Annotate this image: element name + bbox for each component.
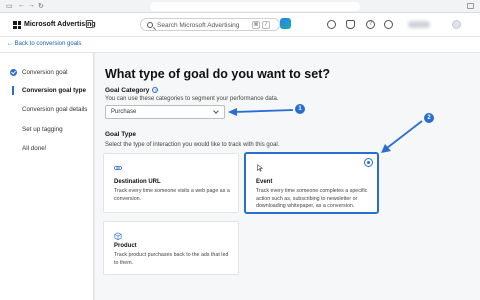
app-header: Microsoft Advertising ⌘ / ? xyxy=(0,13,480,37)
microsoft-logo-icon xyxy=(13,21,21,29)
card-title: Event xyxy=(256,179,273,185)
selected-value: Purchase xyxy=(111,109,137,115)
settings-icon[interactable] xyxy=(384,20,393,29)
search-icon xyxy=(147,22,153,28)
copilot-icon[interactable] xyxy=(280,18,291,29)
shortcut-key-cmd: ⌘ xyxy=(252,21,260,29)
window-icon[interactable] xyxy=(467,3,474,9)
chevron-down-icon xyxy=(213,108,219,114)
card-description: Track every time someone completes a spe… xyxy=(256,188,368,209)
step-label: Set up tagging xyxy=(22,126,63,133)
address-bar[interactable] xyxy=(150,2,360,11)
step-label: Conversion goal xyxy=(22,69,68,76)
brand-name: Microsoft Advertising xyxy=(24,21,96,28)
goal-type-heading: Goal Type xyxy=(105,131,136,138)
step-label: Conversion goal type xyxy=(22,87,87,94)
sidebar-toggle-icon[interactable]: ▭ xyxy=(6,2,13,10)
checkmark-icon xyxy=(10,69,17,76)
callout-badge-2: 2 xyxy=(424,113,434,123)
card-title: Destination URL xyxy=(114,179,161,185)
back-arrow-icon[interactable]: ← xyxy=(18,2,25,9)
goal-type-card-destination-url[interactable]: Destination URL Track every time someone… xyxy=(103,153,239,213)
step-conversion-goal-type[interactable]: Conversion goal type xyxy=(10,86,86,95)
current-step-indicator xyxy=(12,86,19,95)
account-name[interactable] xyxy=(408,21,430,28)
step-conversion-goal[interactable]: Conversion goal xyxy=(10,69,68,76)
main-content: What type of goal do you want to set? Go… xyxy=(95,53,480,300)
tools-icon[interactable] xyxy=(86,20,93,28)
campaign-icon[interactable] xyxy=(327,20,336,29)
goal-category-description: You can use these categories to segment … xyxy=(105,96,279,102)
shortcut-key-slash: / xyxy=(262,21,270,29)
step-label: Conversion goal details xyxy=(22,106,88,113)
step-all-done[interactable]: All done! xyxy=(10,145,47,152)
selected-radio[interactable] xyxy=(364,158,373,167)
step-label: All done! xyxy=(22,145,47,152)
card-description: Track product purchases back to the ads … xyxy=(114,252,229,266)
card-description: Track every time someone visits a web pa… xyxy=(114,188,230,202)
back-bar: ← Back to conversion goals xyxy=(0,37,480,53)
bell-icon[interactable] xyxy=(346,20,355,29)
goal-type-description: Select the type of interaction you would… xyxy=(105,142,280,148)
goal-type-card-event[interactable]: Event Track every time someone completes… xyxy=(245,153,378,213)
step-set-up-tagging[interactable]: Set up tagging xyxy=(10,126,63,133)
forward-arrow-icon[interactable]: → xyxy=(28,2,35,9)
box-icon xyxy=(114,232,122,240)
callout-badge-1: 1 xyxy=(295,104,305,114)
link-icon xyxy=(114,166,122,170)
cursor-icon xyxy=(257,164,264,172)
info-icon[interactable]: ? xyxy=(152,87,159,94)
search-box[interactable]: ⌘ / xyxy=(140,18,291,31)
reload-icon[interactable]: ↻ xyxy=(38,2,44,10)
search-input[interactable] xyxy=(157,21,249,29)
wizard-sidebar: Conversion goal Conversion goal type Con… xyxy=(0,53,94,300)
back-to-conversion-goals-link[interactable]: ← Back to conversion goals xyxy=(7,41,81,47)
page-title: What type of goal do you want to set? xyxy=(105,67,330,81)
browser-toolbar: ▭ ← → ↻ xyxy=(0,0,480,13)
step-conversion-goal-details[interactable]: Conversion goal details xyxy=(10,106,87,113)
help-icon[interactable]: ? xyxy=(366,20,375,29)
card-title: Product xyxy=(114,243,137,249)
goal-category-select[interactable]: Purchase xyxy=(105,105,225,119)
goal-category-heading: Goal Category? xyxy=(105,87,159,94)
avatar[interactable] xyxy=(452,20,461,29)
goal-type-card-product[interactable]: Product Track product purchases back to … xyxy=(103,221,239,275)
